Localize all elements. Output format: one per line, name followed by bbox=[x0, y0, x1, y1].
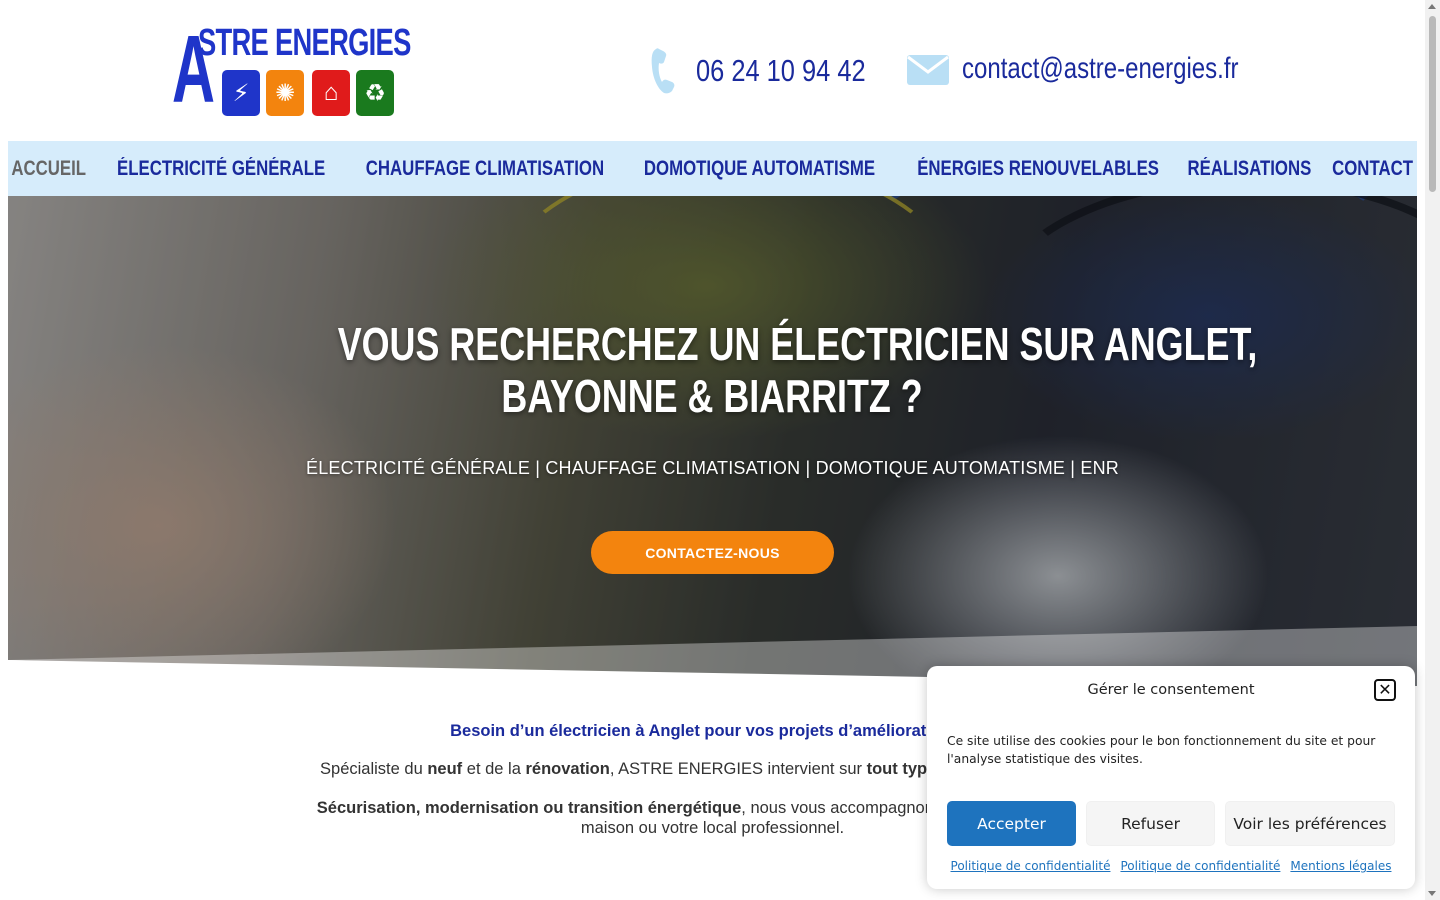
close-icon[interactable]: ✕ bbox=[1374, 679, 1396, 701]
nav-item-chauffage[interactable]: CHAUFFAGE CLIMATISATION bbox=[366, 157, 604, 181]
logo-wordmark: STRE ENERGIES bbox=[198, 22, 411, 64]
nav-item-energies[interactable]: ÉNERGIES RENOUVELABLES bbox=[917, 157, 1159, 181]
phone-number[interactable]: 06 24 10 94 42 bbox=[696, 53, 866, 89]
scroll-up-arrow-icon[interactable] bbox=[1428, 4, 1436, 9]
hero-banner: VOUS RECHERCHEZ UN ÉLECTRICIEN SUR ANGLE… bbox=[8, 196, 1417, 686]
nav-item-electricite[interactable]: ÉLECTRICITÉ GÉNÉRALE bbox=[117, 157, 325, 181]
cookie-consent-dialog: Gérer le consentement ✕ Ce site utilise … bbox=[927, 666, 1415, 889]
cookie-title: Gérer le consentement bbox=[1087, 682, 1255, 698]
nav-item-realisations[interactable]: RÉALISATIONS bbox=[1187, 157, 1311, 181]
sun-gear-icon: ✺ bbox=[266, 70, 304, 116]
page-scrollbar[interactable] bbox=[1425, 0, 1440, 900]
text-run: et de la bbox=[462, 760, 526, 778]
email-address[interactable]: contact@astre-energies.fr bbox=[962, 52, 1238, 86]
cookie-links: Politique de confidentialité Politique d… bbox=[927, 859, 1415, 873]
logo[interactable]: A STRE ENERGIES ⚡ ✺ ⌂ ♻ bbox=[172, 22, 411, 118]
accept-button[interactable]: Accepter bbox=[947, 801, 1076, 846]
nav-list: ACCUEIL ÉLECTRICITÉ GÉNÉRALE CHAUFFAGE C… bbox=[0, 157, 1426, 181]
scroll-down-arrow-icon[interactable] bbox=[1428, 891, 1436, 896]
nav-item-accueil[interactable]: ACCUEIL bbox=[12, 157, 87, 181]
lightning-icon: ⚡ bbox=[222, 70, 260, 116]
site-header: A STRE ENERGIES ⚡ ✺ ⌂ ♻ 06 24 10 94 42 c… bbox=[8, 0, 1417, 141]
scroll-thumb[interactable] bbox=[1429, 16, 1436, 192]
main-nav: ACCUEIL ÉLECTRICITÉ GÉNÉRALE CHAUFFAGE C… bbox=[8, 141, 1417, 196]
refuse-button[interactable]: Refuser bbox=[1086, 801, 1215, 846]
nav-item-domotique[interactable]: DOMOTIQUE AUTOMATISME bbox=[644, 157, 875, 181]
preferences-button[interactable]: Voir les préférences bbox=[1225, 801, 1395, 846]
hero-subtitle: ÉLECTRICITÉ GÉNÉRALE | CHAUFFAGE CLIMATI… bbox=[306, 458, 1119, 478]
text-run: , ASTRE ENERGIES intervient sur bbox=[609, 760, 867, 778]
privacy-policy-link[interactable]: Politique de confidentialité bbox=[951, 859, 1111, 873]
text-run-bold: rénovation bbox=[525, 760, 610, 778]
header-email[interactable]: contact@astre-energies.fr bbox=[906, 46, 1308, 92]
privacy-policy-link-2[interactable]: Politique de confidentialité bbox=[1120, 859, 1280, 873]
phone-icon bbox=[651, 48, 675, 94]
mail-icon bbox=[907, 55, 949, 85]
hero-title-line-1: VOUS RECHERCHEZ UN ÉLECTRICIEN SUR ANGLE… bbox=[337, 318, 1258, 370]
hero-title-line-2: BAYONNE & BIARRITZ ? bbox=[501, 370, 924, 422]
hero-title: VOUS RECHERCHEZ UN ÉLECTRICIEN SUR ANGLE… bbox=[208, 318, 1258, 422]
text-run-bold: Sécurisation, modernisation ou transitio… bbox=[316, 799, 742, 817]
cookie-text: Ce site utilise des cookies pour le bon … bbox=[947, 734, 1376, 766]
header-phone[interactable]: 06 24 10 94 42 bbox=[650, 46, 903, 96]
contact-cta-button[interactable]: CONTACTEZ-NOUS bbox=[591, 531, 834, 574]
nav-item-contact[interactable]: CONTACT bbox=[1332, 157, 1413, 181]
text-run-bold: neuf bbox=[427, 760, 463, 778]
hero-overlay bbox=[8, 196, 1417, 686]
text-run: Spécialiste du bbox=[320, 760, 428, 778]
recycle-icon: ♻ bbox=[356, 70, 394, 116]
legal-notice-link[interactable]: Mentions légales bbox=[1290, 859, 1391, 873]
house-icon: ⌂ bbox=[312, 70, 350, 116]
text-run: maison ou votre local professionnel. bbox=[580, 819, 845, 837]
